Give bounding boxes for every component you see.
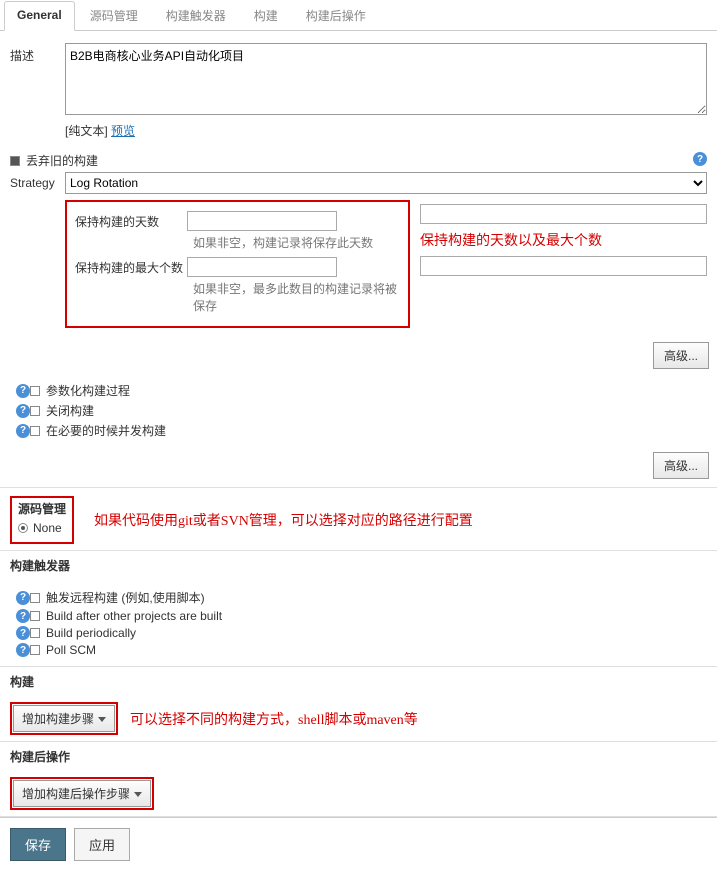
param-build-checkbox[interactable] <box>30 386 40 396</box>
after-projects-checkbox[interactable] <box>30 611 40 621</box>
description-textarea[interactable] <box>65 43 707 115</box>
periodic-label: Build periodically <box>46 626 136 640</box>
apply-button[interactable]: 应用 <box>74 828 130 861</box>
remote-trigger-label: 触发远程构建 (例如,使用脚本) <box>46 589 205 606</box>
advanced-button-2[interactable]: 高级... <box>653 452 709 479</box>
chevron-down-icon <box>134 792 142 797</box>
strategy-label: Strategy <box>10 172 65 190</box>
strategy-select[interactable]: Log Rotation <box>65 172 707 194</box>
add-post-step-outline: 增加构建后操作步骤 <box>10 777 154 810</box>
discard-label: 丢弃旧的构建 <box>26 152 98 169</box>
add-post-step-label: 增加构建后操作步骤 <box>22 787 130 801</box>
tab-scm[interactable]: 源码管理 <box>77 0 151 30</box>
scm-section: 源码管理 None 如果代码使用git或者SVN管理，可以选择对应的路径进行配置 <box>0 488 717 551</box>
options-section: ? 参数化构建过程 ? 关闭构建 ? 在必要的时候并发构建 <box>0 377 717 448</box>
help-icon[interactable]: ? <box>16 609 30 623</box>
param-build-label: 参数化构建过程 <box>46 382 130 399</box>
help-icon[interactable]: ? <box>16 424 30 438</box>
save-button[interactable]: 保存 <box>10 828 66 861</box>
add-build-step-button[interactable]: 增加构建步骤 <box>13 705 115 732</box>
add-post-step-button[interactable]: 增加构建后操作步骤 <box>13 780 151 807</box>
chevron-down-icon <box>98 717 106 722</box>
days-help: 如果非空，构建记录将保存此天数 <box>193 234 400 251</box>
config-tabs: General 源码管理 构建触发器 构建 构建后操作 <box>0 0 717 31</box>
build-annotation: 可以选择不同的构建方式，shell脚本或maven等 <box>130 709 418 729</box>
scm-title: 源码管理 <box>18 500 66 517</box>
triggers-title: 构建触发器 <box>0 551 717 578</box>
poll-scm-label: Poll SCM <box>46 643 96 657</box>
tab-triggers[interactable]: 构建触发器 <box>153 0 239 30</box>
triggers-section: ? 触发远程构建 (例如,使用脚本) ? Build after other p… <box>0 578 717 667</box>
after-projects-label: Build after other projects are built <box>46 609 222 623</box>
help-icon[interactable]: ? <box>16 591 30 605</box>
tab-post[interactable]: 构建后操作 <box>293 0 379 30</box>
days-label: 保持构建的天数 <box>75 213 187 230</box>
scm-annotation: 如果代码使用git或者SVN管理，可以选择对应的路径进行配置 <box>94 514 473 529</box>
help-icon[interactable]: ? <box>16 643 30 657</box>
scm-none-label: None <box>33 521 62 535</box>
build-title: 构建 <box>0 667 717 694</box>
help-icon[interactable]: ? <box>16 626 30 640</box>
advanced-button[interactable]: 高级... <box>653 342 709 369</box>
tab-build[interactable]: 构建 <box>241 0 291 30</box>
help-icon[interactable]: ? <box>16 384 30 398</box>
desc-hint-plain: [纯文本] <box>65 124 111 138</box>
add-build-step-label: 增加构建步骤 <box>22 712 94 726</box>
tab-general[interactable]: General <box>4 1 75 31</box>
days-input-ext[interactable] <box>420 204 707 224</box>
max-help: 如果非空，最多此数目的构建记录将被保存 <box>193 280 400 314</box>
remote-trigger-checkbox[interactable] <box>30 593 40 603</box>
concurrent-checkbox[interactable] <box>30 426 40 436</box>
max-label: 保持构建的最大个数 <box>75 259 187 276</box>
poll-scm-checkbox[interactable] <box>30 645 40 655</box>
footer-bar: 保存 应用 <box>0 817 717 871</box>
retention-annotation: 保持构建的天数以及最大个数 <box>420 234 602 249</box>
description-section: 描述 [纯文本] 预览 <box>0 31 717 149</box>
preview-link[interactable]: 预览 <box>111 124 135 138</box>
max-input-ext[interactable] <box>420 256 707 276</box>
days-input[interactable] <box>187 211 337 231</box>
scm-none-radio[interactable] <box>18 523 28 533</box>
description-label: 描述 <box>10 43 65 64</box>
advanced-row-1: 高级... <box>0 338 717 377</box>
add-build-step-outline: 增加构建步骤 <box>10 702 118 735</box>
discard-section: ? 丢弃旧的构建 Strategy Log Rotation 保持构建的天数 如… <box>0 152 717 338</box>
discard-checkbox[interactable] <box>10 156 20 166</box>
help-icon[interactable]: ? <box>16 404 30 418</box>
help-icon[interactable]: ? <box>693 152 707 166</box>
post-title: 构建后操作 <box>0 742 717 769</box>
periodic-checkbox[interactable] <box>30 628 40 638</box>
disable-build-checkbox[interactable] <box>30 406 40 416</box>
concurrent-label: 在必要的时候并发构建 <box>46 422 166 439</box>
post-section: 增加构建后操作步骤 <box>0 769 717 817</box>
disable-build-label: 关闭构建 <box>46 402 94 419</box>
max-input[interactable] <box>187 257 337 277</box>
retention-box: 保持构建的天数 如果非空，构建记录将保存此天数 保持构建的最大个数 如果非空，最… <box>65 200 410 328</box>
scm-box: 源码管理 None <box>10 496 74 544</box>
advanced-row-2: 高级... <box>0 448 717 488</box>
build-section: 增加构建步骤 可以选择不同的构建方式，shell脚本或maven等 <box>0 694 717 742</box>
